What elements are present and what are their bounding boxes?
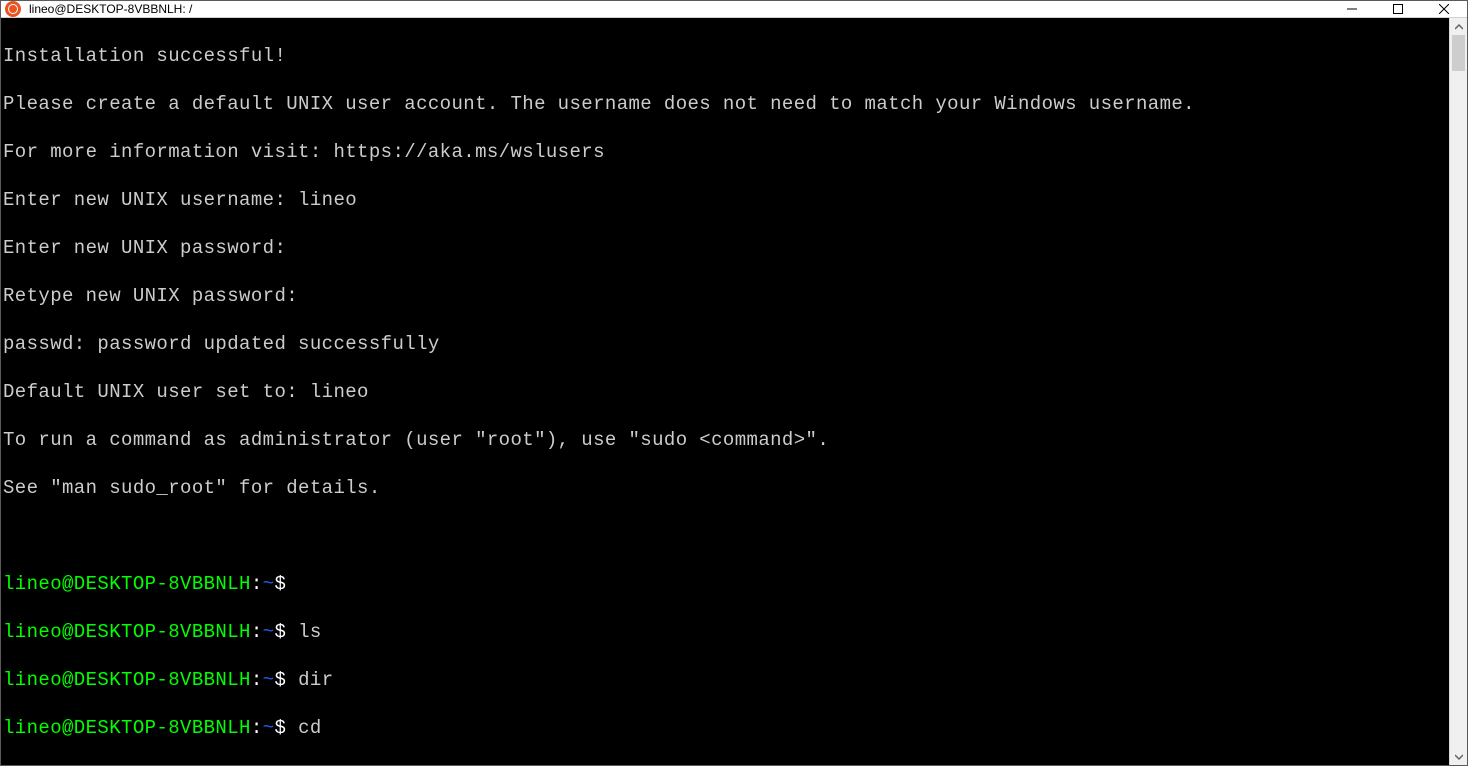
output-line: See "man sudo_root" for details. — [3, 476, 1447, 500]
prompt-line: lineo@DESKTOP-8VBBNLH:~$ ls — [3, 620, 1447, 644]
prompt-dollar: $ — [274, 717, 286, 739]
prompt-line: lineo@DESKTOP-8VBBNLH:~$ cd / — [3, 764, 1447, 765]
output-line: Please create a default UNIX user accoun… — [3, 92, 1447, 116]
command-text: ls — [298, 621, 322, 643]
prompt-sep: : — [251, 669, 263, 691]
close-button[interactable] — [1421, 1, 1467, 17]
minimize-icon — [1347, 4, 1357, 14]
prompt-user: lineo@DESKTOP-8VBBNLH — [3, 669, 251, 691]
chevron-down-icon — [1455, 753, 1463, 761]
window-title: lineo@DESKTOP-8VBBNLH: / — [29, 2, 192, 16]
minimize-button[interactable] — [1329, 1, 1375, 17]
maximize-button[interactable] — [1375, 1, 1421, 17]
chevron-up-icon — [1455, 23, 1463, 31]
prompt-cwd: ~ — [263, 669, 275, 691]
output-line: To run a command as administrator (user … — [3, 428, 1447, 452]
scroll-down-button[interactable] — [1450, 748, 1467, 765]
prompt-user: lineo@DESKTOP-8VBBNLH — [3, 573, 251, 595]
prompt-dollar: $ — [274, 669, 286, 691]
prompt-line: lineo@DESKTOP-8VBBNLH:~$ cd — [3, 716, 1447, 740]
client-area: Installation successful! Please create a… — [1, 18, 1467, 765]
output-line: For more information visit: https://aka.… — [3, 140, 1447, 164]
command-text: dir — [298, 669, 333, 691]
prompt-user: lineo@DESKTOP-8VBBNLH — [3, 717, 251, 739]
terminal[interactable]: Installation successful! Please create a… — [1, 18, 1449, 765]
window-controls — [1329, 1, 1467, 17]
output-line: Installation successful! — [3, 44, 1447, 68]
prompt-dollar: $ — [274, 573, 286, 595]
prompt-user: lineo@DESKTOP-8VBBNLH — [3, 621, 251, 643]
prompt-sep: : — [251, 717, 263, 739]
prompt-line: lineo@DESKTOP-8VBBNLH:~$ — [3, 572, 1447, 596]
titlebar[interactable]: lineo@DESKTOP-8VBBNLH: / — [1, 1, 1467, 18]
output-line: Retype new UNIX password: — [3, 284, 1447, 308]
output-line: Enter new UNIX username: lineo — [3, 188, 1447, 212]
ubuntu-icon — [5, 1, 21, 17]
close-icon — [1439, 4, 1449, 14]
vertical-scrollbar[interactable] — [1449, 18, 1467, 765]
output-line: passwd: password updated successfully — [3, 332, 1447, 356]
prompt-cwd: ~ — [263, 573, 275, 595]
prompt-cwd: ~ — [263, 717, 275, 739]
blank-line — [3, 524, 1447, 548]
output-line: Enter new UNIX password: — [3, 236, 1447, 260]
window-frame: lineo@DESKTOP-8VBBNLH: / Installation su… — [0, 0, 1468, 766]
prompt-dollar: $ — [274, 621, 286, 643]
prompt-line: lineo@DESKTOP-8VBBNLH:~$ dir — [3, 668, 1447, 692]
prompt-sep: : — [251, 621, 263, 643]
output-line: Default UNIX user set to: lineo — [3, 380, 1447, 404]
scroll-up-button[interactable] — [1450, 18, 1467, 35]
scrollbar-thumb[interactable] — [1452, 35, 1465, 71]
command-text: cd — [298, 717, 322, 739]
maximize-icon — [1393, 4, 1403, 14]
prompt-sep: : — [251, 573, 263, 595]
prompt-cwd: ~ — [263, 621, 275, 643]
